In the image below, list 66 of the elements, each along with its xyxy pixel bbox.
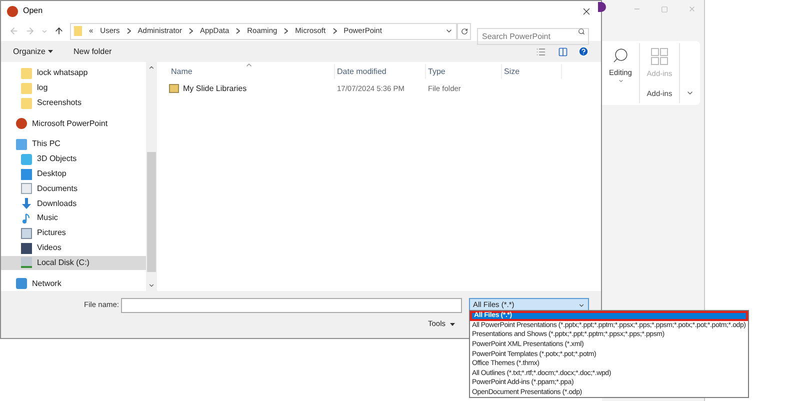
account-avatar (598, 2, 606, 12)
folder-icon (169, 84, 179, 93)
up-icon[interactable] (54, 26, 64, 36)
sidebar-item[interactable]: Documents (1, 181, 146, 196)
sidebar-item[interactable]: Videos (1, 240, 146, 256)
chevron-icon (332, 28, 337, 34)
film-icon (21, 242, 32, 254)
file-name-field[interactable] (121, 298, 462, 312)
scroll-up-icon[interactable] (148, 64, 155, 71)
sidebar-item[interactable]: Desktop (1, 166, 146, 182)
search-icon (578, 28, 585, 34)
sidebar-item[interactable]: Local Disk (C:) (1, 256, 146, 270)
caret-icon[interactable] (445, 27, 453, 35)
scroll-down-icon[interactable] (148, 282, 155, 289)
expand-ribbon-icon[interactable] (686, 89, 694, 97)
column-header[interactable]: Date modified (335, 64, 426, 79)
sidebar-item[interactable]: Microsoft PowerPoint (1, 116, 146, 132)
caret-icon (48, 50, 54, 53)
help-icon[interactable] (578, 46, 589, 57)
folder-icon (21, 68, 32, 79)
disk-drive-icon (21, 257, 32, 268)
new-folder-button[interactable]: New folder (73, 46, 112, 58)
sidebar-item[interactable]: Music (1, 211, 146, 226)
organize-menu-button[interactable]: Organize (13, 46, 54, 58)
column-header[interactable]: Name (169, 64, 335, 79)
sidebar-item[interactable]: This PC (1, 136, 146, 152)
sort-caret-icon (245, 61, 253, 69)
picture-icon (21, 228, 32, 239)
refresh-icon (460, 28, 468, 34)
close-icon[interactable] (581, 6, 592, 16)
cube-icon (21, 154, 32, 165)
monitor-icon (16, 138, 27, 150)
app-logo-icon (7, 6, 18, 16)
folder-icon (21, 82, 32, 94)
caret-icon (450, 322, 455, 326)
folder-icon (21, 98, 32, 109)
document-icon (21, 183, 32, 194)
search-icon (612, 47, 629, 64)
folder-icon (74, 26, 82, 36)
sidebar-item[interactable]: Network (1, 276, 146, 292)
grid-icon (651, 48, 668, 65)
sidebar-item[interactable]: Pictures (1, 226, 146, 241)
chevron-icon (236, 28, 240, 34)
search-field[interactable]: Search PowerPoint (477, 28, 589, 44)
refresh-button[interactable] (457, 22, 471, 40)
caret-icon (578, 302, 585, 308)
chevron-icon (126, 28, 131, 34)
column-header[interactable]: Size (502, 64, 562, 79)
chevron-icon (188, 28, 193, 34)
desktop-icon (21, 168, 32, 180)
column-header[interactable]: Type (426, 64, 502, 79)
file-name-cell[interactable]: My Slide Libraries (183, 82, 247, 94)
app-logo-icon (16, 118, 27, 130)
download-arrow-icon (21, 198, 32, 210)
sidebar-item[interactable]: Screenshots (1, 96, 146, 110)
sidebar-item[interactable]: 3D Objects (1, 152, 146, 167)
music-note-icon (21, 212, 32, 224)
sidebar-item[interactable]: Downloads (1, 196, 146, 212)
view-options-icon[interactable] (536, 46, 546, 56)
chevron-icon (284, 28, 288, 34)
sidebar-item[interactable]: log (1, 80, 146, 96)
sidebar-item[interactable]: lock whatsapp (1, 66, 146, 81)
window-title: Open (23, 5, 43, 17)
caret-icon (618, 78, 624, 84)
network-icon (16, 278, 27, 290)
preview-pane-icon[interactable] (558, 46, 568, 56)
